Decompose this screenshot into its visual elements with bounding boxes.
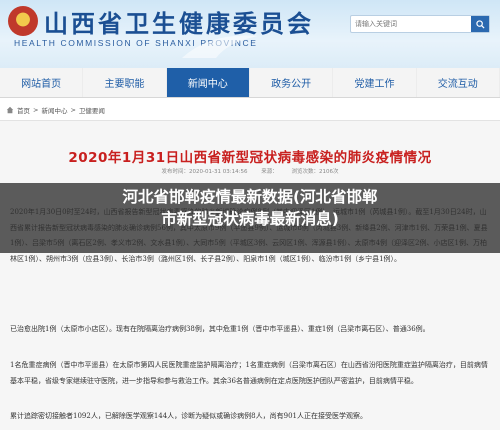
main-nav: 网站首页 主要职能 新闻中心 政务公开 党建工作 交流互动: [0, 68, 500, 98]
breadcrumb-health-news[interactable]: 卫健要闻: [79, 105, 105, 115]
article-meta: 发布时间：2020-01-31 03:14:56 来源： 浏览次数：2106次: [0, 167, 500, 175]
breadcrumb-home[interactable]: 首页: [17, 105, 30, 115]
search-button[interactable]: [471, 16, 489, 32]
nav-item-interaction[interactable]: 交流互动: [417, 68, 500, 97]
overlay-line-2: 市新型冠状病毒最新消息): [161, 210, 339, 228]
overlay-line-1: 河北省邯郸疫情最新数据(河北省邯郸: [122, 188, 378, 206]
site-banner: 山西省卫生健康委员会 HEALTH COMMISSION OF SHANXI P…: [0, 0, 500, 68]
search-input[interactable]: [351, 16, 467, 32]
nav-item-home[interactable]: 网站首页: [0, 68, 84, 97]
breadcrumb-separator: >: [70, 106, 76, 114]
breadcrumb-separator: >: [33, 106, 39, 114]
breadcrumb-news[interactable]: 新闻中心: [41, 105, 67, 115]
article-title: 2020年1月31日山西省新型冠状病毒感染的肺炎疫情情况: [68, 150, 432, 166]
nav-item-functions[interactable]: 主要职能: [83, 68, 167, 97]
article-date: 发布时间：2020-01-31 03:14:56: [161, 169, 248, 175]
article-views: 浏览次数：2106次: [291, 169, 339, 175]
overlay-headline: 河北省邯郸疫情最新数据(河北省邯郸 市新型冠状病毒最新消息): [0, 186, 500, 230]
national-emblem-icon: [8, 6, 38, 36]
home-icon: [6, 106, 14, 114]
nav-item-party-building[interactable]: 党建工作: [333, 68, 417, 97]
search-box: [350, 15, 490, 33]
article-paragraph-3: 1名危重症病例（晋中市平遥县）在太原市第四人民医院重症监护隔离治疗；1名重症病例…: [10, 361, 488, 385]
article-paragraph-2: 已治愈出院1例（太原市小店区）。现有在院隔离治疗病例38例，其中危重1例（晋中市…: [10, 325, 430, 333]
nav-item-news[interactable]: 新闻中心: [166, 68, 250, 97]
site-title: 山西省卫生健康委员会: [44, 9, 314, 38]
breadcrumb: 首页 > 新闻中心 > 卫健要闻: [6, 104, 105, 116]
article-paragraph-4: 累计追踪密切接触者1092人，已解除医学观察144人，诊断为疑似或确诊病例8人，…: [10, 412, 367, 420]
search-icon: [475, 19, 485, 29]
nav-item-government-affairs[interactable]: 政务公开: [250, 68, 334, 97]
dove-decoration-icon: [182, 35, 258, 58]
article-source: 来源：: [261, 169, 278, 175]
